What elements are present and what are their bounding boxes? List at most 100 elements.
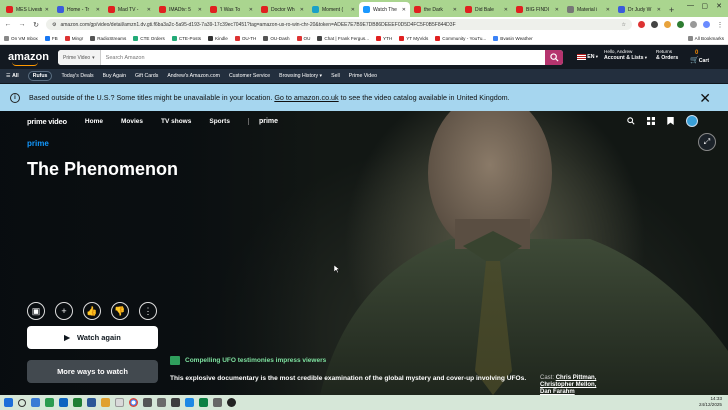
subnav-todays-deals[interactable]: Today's Deals [61, 73, 93, 79]
excel-icon[interactable] [73, 398, 82, 407]
taskview-icon[interactable] [31, 398, 40, 407]
app-icon[interactable] [171, 398, 180, 407]
subnav-browsing-history[interactable]: Browsing History ▾ [279, 73, 322, 79]
search-icon[interactable] [627, 117, 635, 125]
tab-close-icon[interactable]: ✕ [351, 7, 355, 13]
site-info-icon[interactable]: ⚙ [52, 22, 56, 28]
tab-close-icon[interactable]: ✕ [249, 7, 253, 13]
app-icon[interactable] [213, 398, 222, 407]
trailer-button[interactable]: ▣ [27, 302, 45, 320]
new-tab-button[interactable]: + [665, 2, 678, 17]
window-close-icon[interactable]: ✕ [716, 2, 722, 10]
browser-tab[interactable]: Did Bale ✕ [461, 2, 512, 17]
tab-close-icon[interactable]: ✕ [555, 7, 559, 13]
subnav-customer-service[interactable]: Customer Service [229, 73, 270, 79]
subnav-sell[interactable]: Sell [331, 73, 340, 79]
browser-menu-icon[interactable]: ⋮ [716, 21, 724, 29]
nav-home[interactable]: Home [85, 118, 103, 125]
browser-tab[interactable]: Doctor Wh ✕ [257, 2, 308, 17]
tab-close-icon[interactable]: ✕ [147, 7, 151, 13]
bookmark-item[interactable]: Bvasin Weather [493, 35, 533, 41]
watch-again-button[interactable]: ▶ Watch again [27, 326, 158, 349]
banner-close-icon[interactable]: ✕ [699, 90, 711, 107]
bookmark-item[interactable]: Community - YouTu... [435, 35, 486, 41]
app-icon[interactable] [115, 398, 124, 407]
prime-video-logo[interactable]: prime video [27, 117, 67, 126]
bookmark-item[interactable]: Kindle [208, 35, 228, 41]
maximize-icon[interactable]: ▢ [701, 2, 708, 10]
browser-tab[interactable]: IMADtv: 5 ✕ [155, 2, 206, 17]
browser-tab[interactable]: Watch The ✕ [359, 2, 410, 17]
word-icon[interactable] [87, 398, 96, 407]
app-icon[interactable] [199, 398, 208, 407]
subnav-my-amazon[interactable]: Andrew's Amazon.com [167, 73, 220, 79]
grid-icon[interactable] [647, 117, 655, 125]
tab-close-icon[interactable]: ✕ [657, 7, 661, 13]
bookmark-item[interactable]: Chat | Frank Fergus... [317, 35, 369, 41]
bookmark-item[interactable]: YT MyVids [399, 35, 428, 41]
search-department-select[interactable]: Prime Video ▾ [58, 50, 101, 65]
video-hero[interactable]: prime video Home Movies TV shows Sports … [0, 111, 728, 395]
add-to-watchlist-button[interactable]: + [55, 302, 73, 320]
cart[interactable]: 0 🛒Cart [690, 50, 709, 66]
amazon-logo[interactable]: amazon [8, 51, 52, 66]
app-icon[interactable] [185, 398, 194, 407]
tab-close-icon[interactable]: ✕ [606, 7, 610, 13]
nav-prime[interactable]: prime [247, 118, 278, 125]
browser-tab[interactable]: MES Livestr ✕ [2, 2, 53, 17]
more-ways-to-watch-button[interactable]: More ways to watch [27, 360, 158, 383]
minimize-icon[interactable]: — [687, 2, 694, 9]
chrome-icon[interactable] [129, 398, 138, 407]
bookmark-item[interactable]: On VM Inbox [4, 35, 38, 41]
back-icon[interactable]: ← [4, 21, 12, 28]
bookmark-item[interactable]: OU-TH [234, 35, 256, 41]
bookmark-item[interactable]: FB [44, 35, 58, 41]
folder-icon[interactable] [101, 398, 110, 407]
subnav-prime-video[interactable]: Prime Video [349, 73, 377, 79]
returns-orders[interactable]: Returns & Orders [656, 49, 678, 61]
bookmark-item[interactable]: Mingr [64, 35, 83, 41]
app-icon[interactable] [227, 398, 236, 407]
browser-tab[interactable]: Dr Judy W ✕ [614, 2, 665, 17]
subnav-rufus[interactable]: Rufus [27, 71, 53, 81]
profile-avatar[interactable] [703, 21, 710, 28]
browser-tab[interactable]: 'I Was To ✕ [206, 2, 257, 17]
bookmark-icon[interactable] [667, 117, 674, 125]
bookmark-item[interactable]: RadioStreams [90, 35, 126, 41]
bookmark-item[interactable]: CTE-Posts [171, 35, 201, 41]
nav-movies[interactable]: Movies [121, 118, 143, 125]
app-icon[interactable] [143, 398, 152, 407]
bookmark-item[interactable]: OU [296, 35, 310, 41]
dislike-button[interactable]: 👎 [111, 302, 129, 320]
all-bookmarks[interactable]: All Bookmarks [687, 35, 724, 41]
search-button[interactable] [545, 50, 563, 65]
cast-member-link[interactable]: Dan Farahm [540, 389, 575, 395]
extension-icon[interactable] [677, 21, 684, 28]
search-icon[interactable] [18, 398, 26, 407]
browser-tab[interactable]: Mad TV - ✕ [104, 2, 155, 17]
extension-icon[interactable] [638, 21, 645, 28]
extension-icon[interactable] [651, 21, 658, 28]
bookmark-item[interactable]: CTE Orders [133, 35, 165, 41]
more-options-button[interactable]: ⋮ [139, 302, 157, 320]
browser-tab[interactable]: Moment (✕ [308, 2, 359, 17]
cast-member-link[interactable]: Chris Pittman, [556, 375, 597, 381]
app-icon[interactable] [157, 398, 166, 407]
start-icon[interactable] [4, 398, 13, 407]
tab-close-icon[interactable]: ✕ [453, 7, 457, 13]
app-icon[interactable] [45, 398, 54, 407]
like-button[interactable]: 👍 [83, 302, 101, 320]
forward-icon[interactable]: → [18, 21, 26, 28]
bookmark-item[interactable]: YTH [376, 35, 392, 41]
browser-tab[interactable]: Material i ✕ [563, 2, 614, 17]
nav-tv-shows[interactable]: TV shows [161, 118, 191, 125]
bookmark-item[interactable]: OU-Dash [263, 35, 290, 41]
cast-member-link[interactable]: Christopher Mellon, [540, 382, 596, 388]
subnav-gift-cards[interactable]: Gift Cards [135, 73, 158, 79]
url-field[interactable]: ⚙ amazon.com/gp/video/detail/amzn1.dv.gt… [46, 19, 632, 30]
profile-avatar[interactable] [686, 115, 698, 127]
reload-icon[interactable]: ↻ [32, 21, 40, 29]
tab-close-icon[interactable]: ✕ [96, 7, 100, 13]
system-clock[interactable]: 14:33 24/12/2025 [699, 396, 722, 408]
browser-tab[interactable]: the Dark ✕ [410, 2, 461, 17]
